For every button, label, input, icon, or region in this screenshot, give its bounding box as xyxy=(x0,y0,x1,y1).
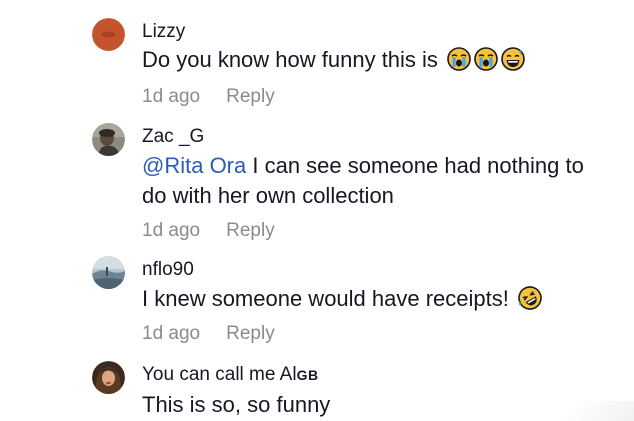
reply-button[interactable]: Reply xyxy=(226,220,275,241)
crying-face-icon xyxy=(474,47,498,71)
comment-text: @Rita Ora I can see someone had nothing … xyxy=(142,151,622,211)
comment-text-body: I knew someone would have receipts! xyxy=(142,286,509,311)
crying-face-icon xyxy=(447,47,471,71)
comment-username[interactable]: Lizzy xyxy=(142,21,185,43)
avatar[interactable] xyxy=(92,256,125,289)
comment-text: I knew someone would have receipts! xyxy=(142,284,622,314)
comment-meta: 1d ago Reply xyxy=(142,323,275,345)
avatar[interactable] xyxy=(92,123,125,156)
comment-timestamp: 1d ago xyxy=(142,86,201,107)
comment-meta: 1d ago Reply xyxy=(142,220,275,242)
previous-comment-fragment: . . . . . . . . . xyxy=(140,0,340,4)
comment-text-body: I can see someone had nothing to xyxy=(246,153,584,178)
comment-meta: 1d ago Reply xyxy=(142,86,275,108)
comment-text-body: Do you know how funny this is xyxy=(142,47,438,72)
rolling-laughing-face-icon xyxy=(518,286,542,310)
comment-text-body: This is so, so funny xyxy=(142,392,331,417)
comment-username-suffix: GB xyxy=(296,367,319,383)
comment-username[interactable]: You can call me AlGB xyxy=(142,364,319,386)
avatar[interactable] xyxy=(92,361,125,394)
comment-timestamp: 1d ago xyxy=(142,323,201,344)
reply-button[interactable]: Reply xyxy=(226,86,275,107)
grinning-sweat-face-icon xyxy=(501,47,525,71)
comment-text-body: do with her own collection xyxy=(142,183,394,208)
comment-username[interactable]: nflo90 xyxy=(142,259,194,281)
bottom-corner-shade xyxy=(524,401,634,421)
mention-link[interactable]: @Rita Ora xyxy=(142,153,246,178)
avatar[interactable] xyxy=(92,18,125,51)
comment-text: Do you know how funny this is xyxy=(142,45,622,75)
comment-username[interactable]: Zac _G xyxy=(142,126,204,148)
comment-username-main: You can call me Al xyxy=(142,364,297,385)
comment-timestamp: 1d ago xyxy=(142,220,201,241)
reply-button[interactable]: Reply xyxy=(226,323,275,344)
